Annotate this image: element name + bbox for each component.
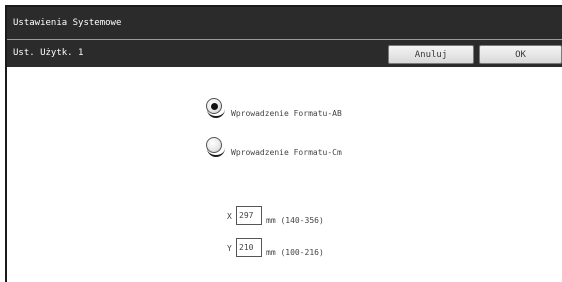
subheader-title: Ust. Użytk. 1 bbox=[13, 48, 84, 58]
dimension-x-input[interactable]: 297 bbox=[236, 206, 262, 225]
cancel-button[interactable]: Anuluj bbox=[388, 45, 474, 64]
dimension-x-letter: X bbox=[227, 212, 232, 221]
dimension-y-range: mm (100-216) bbox=[266, 248, 324, 257]
radio-label: Wprowadzenie Formatu-AB bbox=[231, 109, 342, 118]
dimension-x-range: mm (140-356) bbox=[266, 216, 324, 225]
settings-panel: Ustawienia Systemowe Ust. Użytk. 1 Anulu… bbox=[5, 5, 562, 282]
subheader-bar: Ust. Użytk. 1 Anuluj OK bbox=[7, 40, 562, 67]
dimension-y-input[interactable]: 210 bbox=[236, 238, 262, 257]
radio-label: Wprowadzenie Formatu-Cm bbox=[231, 148, 342, 157]
window-title: Ustawienia Systemowe bbox=[13, 18, 122, 28]
ok-button[interactable]: OK bbox=[479, 45, 562, 64]
window-title-bar: Ustawienia Systemowe bbox=[7, 7, 562, 39]
radio-selected-dot bbox=[211, 103, 218, 110]
dimension-y-letter: Y bbox=[227, 244, 232, 253]
radio-button[interactable] bbox=[206, 98, 222, 114]
radio-button[interactable] bbox=[206, 137, 222, 153]
screen: Ustawienia Systemowe Ust. Użytk. 1 Anulu… bbox=[0, 0, 562, 282]
